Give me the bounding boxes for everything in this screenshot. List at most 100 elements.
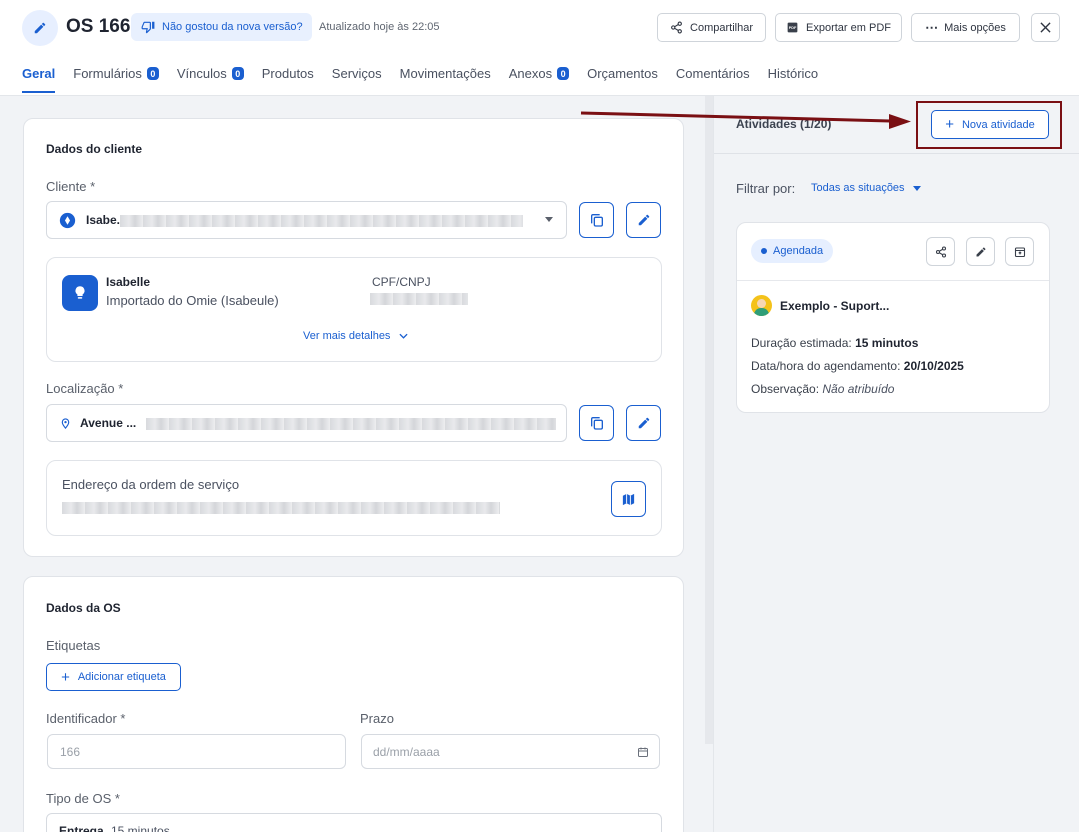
os-section-title: Dados da OS (46, 601, 121, 615)
type-select[interactable]: Entrega 15 minutos (46, 813, 662, 832)
identifier-input[interactable]: 166 (47, 734, 346, 769)
tab-count-badge: 0 (231, 67, 244, 80)
thumbs-down-icon (141, 21, 155, 34)
plus-icon: + (61, 668, 70, 686)
pdf-label: Exportar em PDF (806, 21, 891, 34)
filter-select[interactable]: Todas as situações (811, 182, 921, 194)
add-tag-button[interactable]: + Adicionar etiqueta (46, 663, 181, 691)
copy-location-button[interactable] (579, 405, 614, 441)
tab-vinculos[interactable]: Vínculos 0 (177, 66, 244, 91)
header: OS 166 Não gostou da nova versão? Atuali… (0, 0, 1079, 96)
tab-label: Histórico (767, 66, 819, 81)
close-button[interactable] (1031, 13, 1060, 42)
tab-formularios[interactable]: Formulários 0 (73, 66, 159, 91)
status-badge: Agendada (751, 239, 834, 263)
more-options-button[interactable]: ⋯ Mais opções (911, 13, 1020, 42)
location-select[interactable]: Avenue ... (46, 404, 567, 442)
location-label: Localização * (46, 381, 124, 396)
redacted-address (62, 502, 500, 514)
feedback-label: Não gostou da nova versão? (162, 21, 303, 33)
chevron-down-icon (399, 333, 409, 339)
deadline-placeholder: dd/mm/aaaa (373, 745, 440, 759)
highlight-annotation (916, 101, 1062, 149)
deadline-input[interactable]: dd/mm/aaaa (361, 734, 660, 769)
redacted-location (146, 418, 556, 430)
tab-count-badge: 0 (146, 67, 159, 80)
address-label: Endereço da ordem de serviço (62, 477, 240, 492)
chevron-down-icon (912, 185, 921, 191)
note-value: Não atribuído (822, 382, 895, 396)
tab-label: Comentários (675, 66, 750, 81)
details-link-label: Ver mais detalhes (303, 330, 391, 342)
scrollbar[interactable] (705, 96, 713, 744)
client-card: Dados do cliente Cliente * Isabe. Isabel… (23, 118, 684, 557)
duration-line: Duração estimada: 15 minutos (751, 336, 918, 350)
tab-historico[interactable]: Histórico (768, 66, 819, 91)
deadline-label: Prazo (360, 711, 394, 726)
activity-card[interactable]: Agendada Exemplo - Suport... Duração est… (736, 222, 1050, 413)
duration-label: Duração estimada: (751, 336, 852, 350)
panel-divider (714, 153, 1079, 154)
identifier-label: Identificador * (46, 711, 126, 726)
tab-label: Formulários (73, 66, 142, 81)
redacted-doc (370, 293, 468, 305)
share-button[interactable]: Compartilhar (657, 13, 766, 42)
activities-panel: Atividades (1/20) + Nova atividade Filtr… (713, 96, 1079, 832)
tab-label: Vínculos (176, 66, 227, 81)
activity-divider (737, 280, 1049, 281)
tab-count-badge: 0 (557, 67, 570, 80)
feedback-button[interactable]: Não gostou da nova versão? (131, 13, 312, 41)
lightbulb-icon (62, 275, 98, 311)
client-detail-card: Isabelle Importado do Omie (Isabeule) CP… (46, 257, 662, 362)
schedule-label: Data/hora do agendamento: (751, 359, 901, 373)
tab-servicos[interactable]: Serviços (332, 66, 382, 91)
client-name: Isabelle (106, 275, 151, 289)
edit-activity-button[interactable] (966, 237, 995, 266)
doc-label: CPF/CNPJ (372, 275, 431, 289)
more-label: Mais opções (944, 21, 1006, 34)
schedule-line: Data/hora do agendamento: 20/10/2025 (751, 359, 964, 373)
map-button[interactable] (611, 481, 646, 517)
client-select[interactable]: Isabe. (46, 201, 567, 239)
export-pdf-button[interactable]: PDF Exportar em PDF (775, 13, 902, 42)
svg-text:PDF: PDF (789, 26, 797, 30)
tab-label: Geral (22, 66, 56, 81)
tab-label: Movimentações (399, 66, 491, 81)
tab-geral[interactable]: Geral (22, 66, 56, 93)
more-dots-icon: ⋯ (925, 19, 938, 35)
duration-value: 15 minutos (855, 336, 919, 350)
status-dot (761, 248, 767, 254)
tab-label: Anexos (508, 66, 553, 81)
tab-comentarios[interactable]: Comentários (676, 66, 750, 91)
filter-label: Filtrar por: (736, 181, 796, 196)
status-label: Agendada (773, 245, 824, 257)
tab-orcamentos[interactable]: Orçamentos (587, 66, 658, 91)
map-pin-icon (61, 418, 70, 429)
tab-movimentacoes[interactable]: Movimentações (400, 66, 491, 91)
type-label: Tipo de OS * (46, 791, 120, 806)
edit-client-button[interactable] (626, 202, 661, 238)
filter-value: Todas as situações (811, 182, 905, 194)
archive-activity-button[interactable] (1005, 237, 1034, 266)
copy-icon (590, 214, 603, 227)
client-origin: Importado do Omie (Isabeule) (106, 293, 279, 308)
archive-icon (1014, 246, 1025, 257)
schedule-value: 20/10/2025 (903, 359, 964, 373)
tab-bar: Geral Formulários 0 Vínculos 0 Produtos Serviç… (22, 66, 819, 93)
share-icon (671, 21, 682, 34)
add-tag-label: Adicionar etiqueta (77, 671, 166, 683)
map-icon (622, 493, 635, 505)
page-title: OS 166 (66, 16, 131, 37)
edit-location-button[interactable] (626, 405, 661, 441)
note-line: Observação: Não atribuído (751, 382, 894, 396)
tab-anexos[interactable]: Anexos 0 (508, 66, 570, 91)
address-card: Endereço da ordem de serviço (46, 460, 662, 536)
share-activity-button[interactable] (926, 237, 955, 266)
edit-title-button[interactable] (22, 10, 58, 46)
chevron-down-icon (545, 217, 553, 222)
client-label: Cliente * (46, 179, 96, 194)
share-label: Compartilhar (690, 21, 753, 34)
copy-client-button[interactable] (579, 202, 614, 238)
details-link[interactable]: Ver mais detalhes (303, 330, 409, 342)
tab-produtos[interactable]: Produtos (262, 66, 314, 91)
